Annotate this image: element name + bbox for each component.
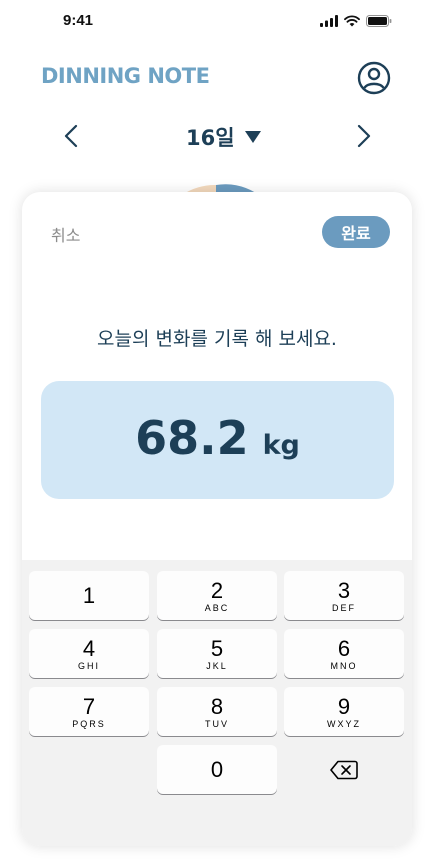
key-digit: 9: [337, 693, 351, 719]
status-time: 9:41: [63, 12, 94, 29]
previous-day-button[interactable]: [58, 120, 84, 152]
key-letters: GHI: [77, 660, 100, 671]
key-digit: 4: [82, 635, 96, 661]
key-3[interactable]: 3 DEF: [284, 571, 404, 620]
cellular-signal-icon: [320, 15, 338, 27]
key-digit: 6: [337, 635, 351, 661]
weight-entry-sheet: 취소 완료 오늘의 변화를 기록 해 보세요. 68.2 kg 1 2 ABC …: [22, 192, 412, 846]
key-letters: DEF: [332, 602, 356, 613]
key-0[interactable]: 0: [157, 745, 277, 794]
numeric-keypad: 1 2 ABC 3 DEF 4 GHI 5 JKL 6 MNO 7 PQRS 8…: [22, 560, 412, 846]
wifi-icon: [344, 15, 360, 27]
weight-input[interactable]: 68.2 kg: [41, 381, 394, 499]
key-4[interactable]: 4 GHI: [29, 629, 149, 678]
key-letters: TUV: [205, 718, 229, 729]
entry-prompt: 오늘의 변화를 기록 해 보세요.: [97, 328, 337, 350]
key-7[interactable]: 7 PQRS: [29, 687, 149, 736]
key-letters: ABC: [204, 602, 230, 613]
key-6[interactable]: 6 MNO: [284, 629, 404, 678]
key-5[interactable]: 5 JKL: [157, 629, 277, 678]
user-circle-icon: [357, 61, 391, 95]
date-navigation: 16일: [0, 118, 430, 154]
key-digit: 8: [210, 693, 224, 719]
key-letters: WXYZ: [327, 718, 361, 729]
cancel-button[interactable]: 취소: [51, 222, 80, 246]
key-letters: PQRS: [72, 718, 106, 729]
key-digit: 2: [210, 577, 224, 603]
chevron-left-icon: [64, 124, 78, 148]
done-button[interactable]: 완료: [322, 216, 390, 248]
key-8[interactable]: 8 TUV: [157, 687, 277, 736]
key-9[interactable]: 9 WXYZ: [284, 687, 404, 736]
app-header: DINNING NOTE: [0, 58, 430, 100]
key-digit: 0: [210, 756, 224, 782]
key-letters: JKL: [206, 660, 228, 671]
battery-icon: [366, 15, 392, 27]
key-digit: 1: [82, 582, 96, 608]
status-bar: 9:41: [0, 0, 430, 44]
weight-value: 68.2: [135, 411, 249, 465]
next-day-button[interactable]: [351, 120, 377, 152]
key-1[interactable]: 1: [29, 571, 149, 620]
profile-button[interactable]: [357, 61, 391, 95]
caret-down-icon: [244, 131, 261, 143]
key-digit: 5: [210, 635, 224, 661]
key-letters: MNO: [330, 660, 358, 671]
weight-unit: kg: [262, 430, 300, 461]
backspace-icon: [330, 760, 358, 779]
key-digit: 7: [82, 693, 96, 719]
key-digit: 3: [337, 577, 351, 603]
status-icons: [320, 15, 392, 27]
app-logo-title: DINNING NOTE: [41, 64, 210, 88]
chevron-right-icon: [357, 124, 371, 148]
delete-key[interactable]: [284, 745, 404, 794]
date-label: 16일: [186, 126, 235, 150]
key-2[interactable]: 2 ABC: [157, 571, 277, 620]
date-selector[interactable]: 16일: [186, 122, 261, 152]
